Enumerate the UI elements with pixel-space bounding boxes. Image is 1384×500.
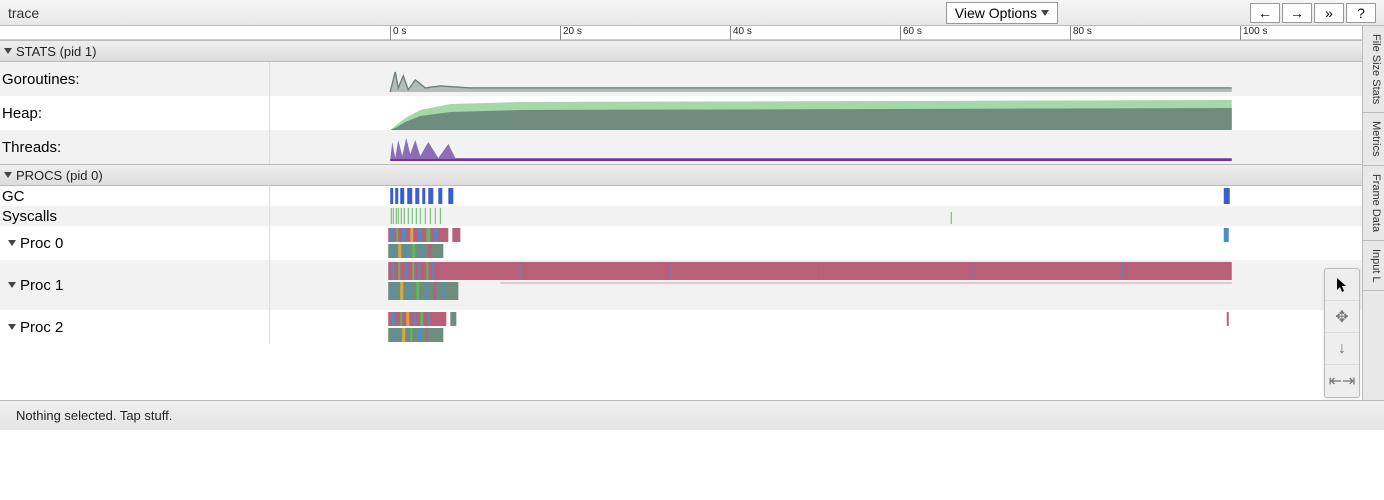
section-header-procs[interactable]: PROCS (pid 0) — [0, 164, 1362, 186]
track-proc2[interactable] — [270, 310, 1362, 344]
row-proc0: Proc 0 — [0, 226, 1362, 260]
app-header: trace View Options ← → » ? — [0, 0, 1384, 26]
ruler-tick: 100 s — [1240, 26, 1267, 40]
label-proc2[interactable]: Proc 2 — [0, 310, 270, 344]
trace-content: 0 s 20 s 40 s 60 s 80 s 100 s STATS (pid… — [0, 26, 1362, 400]
track-proc1[interactable] — [270, 260, 1362, 310]
track-goroutines[interactable] — [270, 62, 1362, 96]
track-threads[interactable] — [270, 130, 1362, 164]
section-stats-label: STATS (pid 1) — [16, 44, 96, 59]
selection-footer: Nothing selected. Tap stuff. — [0, 400, 1384, 430]
label-syscalls: Syscalls — [0, 206, 270, 226]
nav-forward-button[interactable]: → — [1282, 3, 1312, 23]
label-gc: GC — [0, 186, 270, 206]
timing-tool-button[interactable]: ⇤⇥ — [1325, 365, 1359, 397]
tool-palette: ✥ ↓ ⇤⇥ — [1324, 268, 1360, 398]
chevron-down-icon — [8, 282, 16, 288]
app-title: trace — [8, 5, 940, 21]
chevron-down-icon — [4, 48, 12, 54]
row-threads: Threads: — [0, 130, 1362, 164]
label-proc0[interactable]: Proc 0 — [0, 226, 270, 260]
row-gc: GC — [0, 186, 1362, 206]
row-goroutines: Goroutines: — [0, 62, 1362, 96]
help-button[interactable]: ? — [1346, 3, 1376, 23]
chevron-down-icon — [4, 172, 12, 178]
zoom-tool-button[interactable]: ↓ — [1325, 333, 1359, 365]
view-options-label: View Options — [955, 5, 1037, 21]
label-threads: Threads: — [0, 130, 270, 164]
track-syscalls[interactable] — [270, 206, 1362, 226]
tab-file-size-stats[interactable]: File Size Stats — [1363, 26, 1384, 113]
label-heap: Heap: — [0, 96, 270, 130]
pointer-tool-button[interactable] — [1325, 269, 1359, 301]
track-heap[interactable] — [270, 96, 1362, 130]
selection-status: Nothing selected. Tap stuff. — [16, 408, 172, 423]
chevron-down-icon — [1041, 10, 1049, 16]
track-proc0[interactable] — [270, 226, 1362, 260]
ruler-tick: 80 s — [1070, 26, 1092, 40]
section-header-stats[interactable]: STATS (pid 1) — [0, 40, 1362, 62]
tab-frame-data[interactable]: Frame Data — [1363, 166, 1384, 241]
chevron-down-icon — [8, 324, 16, 330]
ruler-tick: 0 s — [390, 26, 406, 40]
row-heap: Heap: — [0, 96, 1362, 130]
ruler-tick: 20 s — [560, 26, 582, 40]
right-tab-bar: File Size Stats Metrics Frame Data Input… — [1362, 26, 1384, 400]
row-syscalls: Syscalls — [0, 206, 1362, 226]
view-options-dropdown[interactable]: View Options — [946, 2, 1058, 24]
tab-input-latency[interactable]: Input L — [1363, 241, 1384, 292]
section-procs-label: PROCS (pid 0) — [16, 168, 103, 183]
nav-button-group: ← → » ? — [1250, 3, 1376, 23]
ruler-tick: 60 s — [900, 26, 922, 40]
label-goroutines: Goroutines: — [0, 62, 270, 96]
row-proc2: Proc 2 — [0, 310, 1362, 344]
time-ruler[interactable]: 0 s 20 s 40 s 60 s 80 s 100 s — [0, 26, 1362, 40]
chevron-down-icon — [8, 240, 16, 246]
row-proc1: Proc 1 — [0, 260, 1362, 310]
pan-tool-button[interactable]: ✥ — [1325, 301, 1359, 333]
track-gc[interactable] — [270, 186, 1362, 206]
main-panel: 0 s 20 s 40 s 60 s 80 s 100 s STATS (pid… — [0, 26, 1384, 400]
tab-metrics[interactable]: Metrics — [1363, 113, 1384, 165]
label-proc1[interactable]: Proc 1 — [0, 260, 270, 310]
nav-expand-button[interactable]: » — [1314, 3, 1344, 23]
details-panel-empty — [0, 430, 1384, 498]
nav-back-button[interactable]: ← — [1250, 3, 1280, 23]
ruler-tick: 40 s — [730, 26, 752, 40]
